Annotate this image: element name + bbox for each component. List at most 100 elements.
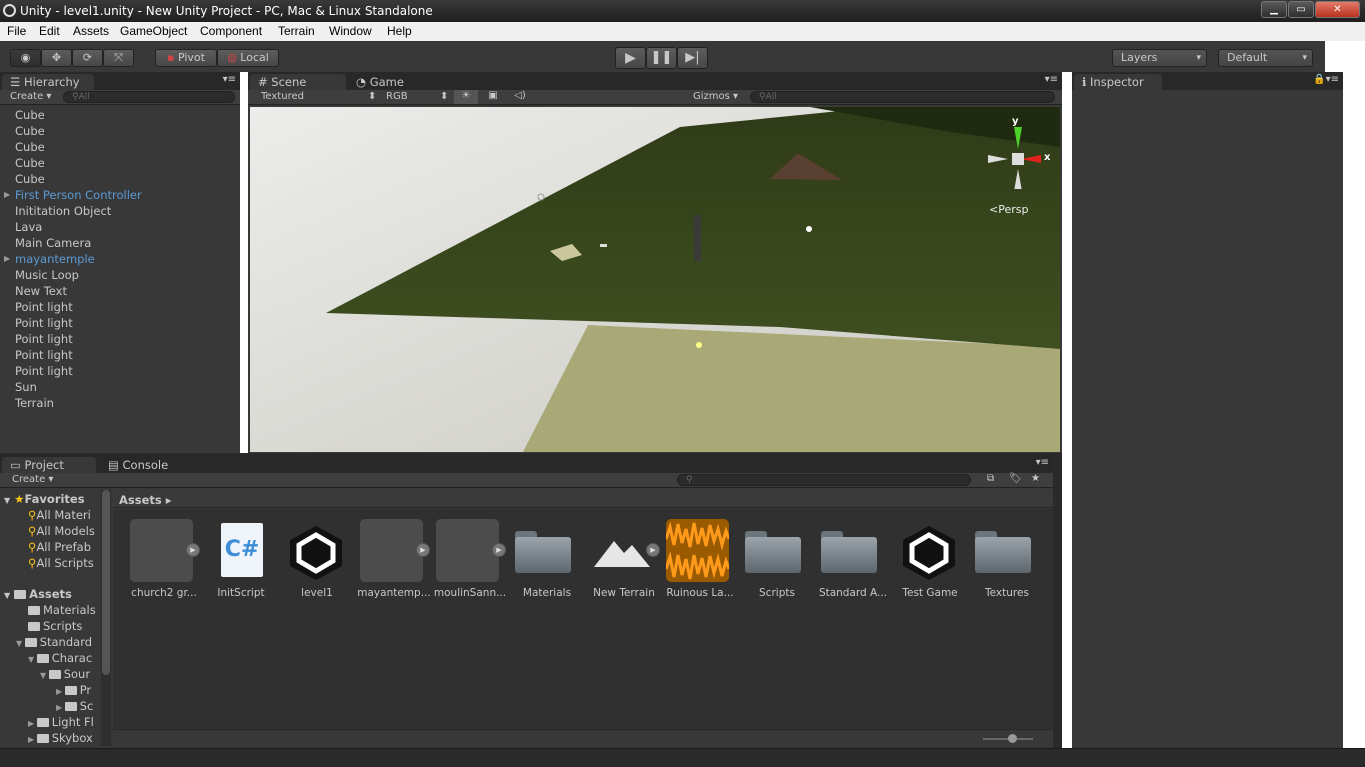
triangle-down-icon[interactable]: ▼ <box>28 655 37 664</box>
layers-dropdown[interactable]: Layers <box>1112 49 1207 67</box>
breadcrumb-assets[interactable]: Assets ▸ <box>119 493 172 507</box>
filter-type-icon[interactable]: ⧉ <box>987 473 994 484</box>
hierarchy-item[interactable]: Sun <box>15 380 37 394</box>
hierarchy-item[interactable]: Terrain <box>15 396 54 410</box>
hierarchy-item[interactable]: Point light <box>15 332 73 346</box>
assets-header[interactable]: ▼ Assets <box>4 587 72 601</box>
hierarchy-search-input[interactable]: ⚲All <box>63 91 235 103</box>
maximize-button[interactable]: ▭ <box>1288 1 1314 18</box>
zoom-slider-handle[interactable] <box>1008 734 1017 743</box>
triangle-right-icon[interactable]: ▶ <box>28 719 37 728</box>
tab-hierarchy[interactable]: ☰ Hierarchy <box>2 74 94 90</box>
hierarchy-item[interactable]: Point light <box>15 348 73 362</box>
hierarchy-item[interactable]: Cube <box>15 140 45 154</box>
projection-toggle[interactable]: <Persp <box>989 203 1028 216</box>
close-button[interactable]: ✕ <box>1315 1 1360 18</box>
hierarchy-item[interactable]: Cube <box>15 156 45 170</box>
expand-triangle-icon[interactable]: ▶ <box>4 254 10 263</box>
tab-inspector[interactable]: ℹ Inspector <box>1074 74 1162 90</box>
local-toggle[interactable]: ◍ Local <box>217 49 279 67</box>
expand-triangle-icon[interactable]: ▶ <box>4 190 10 199</box>
expand-arrow-icon[interactable]: ▶ <box>492 543 506 557</box>
step-button[interactable]: ▶| <box>677 47 708 69</box>
panel-menu-icon[interactable]: ▾≡ <box>223 74 236 85</box>
tab-project[interactable]: ▭ Project <box>2 457 96 473</box>
tree-folder-item[interactable]: Materials <box>28 603 96 617</box>
tree-scrollbar-thumb[interactable] <box>102 490 110 675</box>
hierarchy-item[interactable]: Point light <box>15 300 73 314</box>
tree-folder-item[interactable]: ▶ Light Fl <box>28 715 94 729</box>
hierarchy-item[interactable]: First Person Controller <box>15 188 142 202</box>
pivot-toggle[interactable]: ▪ Pivot <box>155 49 217 67</box>
tree-folder-item[interactable]: ▶ Sc <box>56 699 93 713</box>
menu-help[interactable]: Help <box>387 24 412 38</box>
project-create-button[interactable]: Create ▾ <box>12 474 53 485</box>
favorite-item[interactable]: ⚲All Prefab <box>28 540 91 554</box>
view-tool-button[interactable]: ◉ <box>10 49 41 67</box>
tree-folder-item[interactable]: ▼ Sour <box>40 667 90 681</box>
filter-label-icon[interactable]: 🏷 <box>1009 473 1022 484</box>
tree-folder-item[interactable]: ▶ Pr <box>56 683 91 697</box>
menu-file[interactable]: File <box>7 24 26 38</box>
hierarchy-item[interactable]: Cube <box>15 172 45 186</box>
hierarchy-item[interactable]: Cube <box>15 124 45 138</box>
hierarchy-item[interactable]: mayantemple <box>15 252 95 266</box>
favorites-header[interactable]: ▼ ★Favorites <box>4 492 85 506</box>
scene-viewport[interactable]: y x <Persp <box>250 107 1060 452</box>
menu-window[interactable]: Window <box>329 24 372 38</box>
hierarchy-create-button[interactable]: Create ▾ <box>10 91 51 102</box>
tree-folder-item[interactable]: ▼ Standard <box>16 635 92 649</box>
hierarchy-item[interactable]: Lava <box>15 220 42 234</box>
expand-arrow-icon[interactable]: ▶ <box>646 543 660 557</box>
hierarchy-item[interactable]: Inititation Object <box>15 204 111 218</box>
tab-scene[interactable]: # Scene <box>250 74 346 90</box>
play-button[interactable]: ▶ <box>615 47 646 69</box>
scene-search-input[interactable]: ⚲All <box>750 91 1055 103</box>
favorite-item[interactable]: ⚲All Models <box>28 524 95 538</box>
hierarchy-item[interactable]: Music Loop <box>15 268 79 282</box>
favorite-item[interactable]: ⚲All Materi <box>28 508 91 522</box>
scale-tool-button[interactable]: ⤧ <box>103 49 134 67</box>
lock-icon[interactable]: ▾≡ <box>1036 457 1049 468</box>
gizmos-dropdown[interactable]: Gizmos ▾ <box>693 91 738 102</box>
hierarchy-item[interactable]: Cube <box>15 108 45 122</box>
hierarchy-item[interactable]: Point light <box>15 364 73 378</box>
layout-dropdown[interactable]: Default <box>1218 49 1313 67</box>
project-search-input[interactable]: ⚲ <box>677 474 971 486</box>
expand-arrow-icon[interactable]: ▶ <box>186 543 200 557</box>
menu-terrain[interactable]: Terrain <box>278 24 315 38</box>
favorite-item[interactable]: ⚲All Scripts <box>28 556 94 570</box>
lock-icon[interactable]: 🔒▾≡ <box>1313 74 1339 85</box>
hierarchy-item[interactable]: Point light <box>15 316 73 330</box>
triangle-right-icon[interactable]: ▶ <box>56 687 65 696</box>
triangle-right-icon[interactable]: ▶ <box>56 703 65 712</box>
color-mode-dropdown[interactable]: RGB <box>386 91 408 102</box>
menu-component[interactable]: Component <box>200 24 262 38</box>
scene-lighting-toggle[interactable]: ☀ <box>454 90 478 104</box>
scene-effects-toggle[interactable]: ▣ <box>481 90 505 101</box>
hierarchy-item[interactable]: New Text <box>15 284 67 298</box>
triangle-right-icon[interactable]: ▶ <box>28 735 37 744</box>
hierarchy-item[interactable]: Main Camera <box>15 236 91 250</box>
move-tool-button[interactable]: ✥ <box>41 49 72 67</box>
panel-menu-icon[interactable]: ▾≡ <box>1045 74 1058 85</box>
tree-folder-item[interactable]: ▼ Charac <box>28 651 92 665</box>
triangle-down-icon[interactable]: ▼ <box>40 671 49 680</box>
triangle-down-icon[interactable]: ▼ <box>16 639 25 648</box>
tree-folder-item[interactable]: ▶ Skybox <box>28 731 93 745</box>
tab-game[interactable]: ◔ Game <box>348 74 428 90</box>
tree-scrollbar[interactable] <box>101 490 111 746</box>
tab-console[interactable]: ▤ Console <box>100 457 190 473</box>
render-mode-dropdown[interactable]: Textured <box>261 91 304 102</box>
menu-edit[interactable]: Edit <box>39 24 60 38</box>
pause-button[interactable]: ❚❚ <box>646 47 677 69</box>
expand-arrow-icon[interactable]: ▶ <box>416 543 430 557</box>
scene-orientation-gizmo[interactable]: y x <box>985 116 1055 199</box>
scene-audio-toggle[interactable]: ◁) <box>508 90 532 101</box>
tree-folder-item[interactable]: Scripts <box>28 619 82 633</box>
menu-assets[interactable]: Assets <box>73 24 109 38</box>
menu-gameobject[interactable]: GameObject <box>120 24 187 38</box>
favorite-star-icon[interactable]: ★ <box>1031 473 1040 484</box>
minimize-button[interactable]: ▁ <box>1261 1 1287 18</box>
rotate-tool-button[interactable]: ⟳ <box>72 49 103 67</box>
